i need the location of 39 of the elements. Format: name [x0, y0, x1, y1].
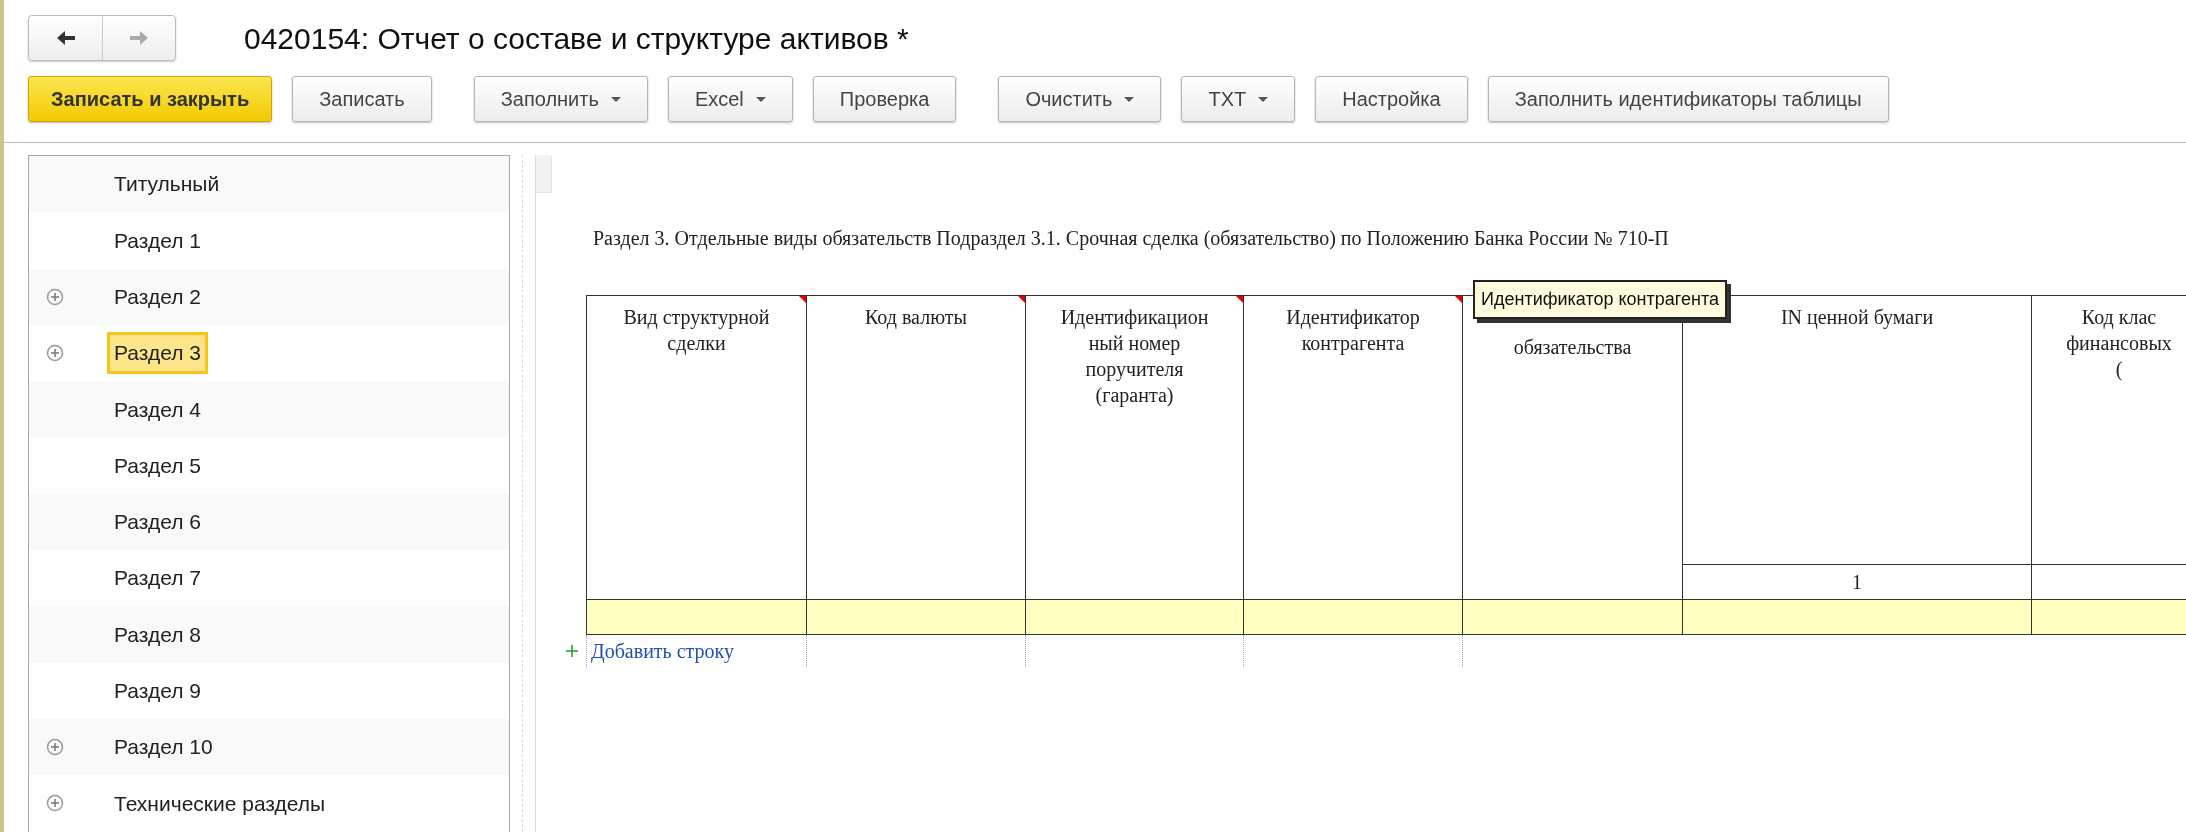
expand-icon[interactable] — [46, 738, 64, 757]
column-header: Код валюты — [806, 295, 1026, 600]
sidebar-item[interactable]: Раздел 8 — [107, 613, 208, 656]
sidebar-item[interactable]: Раздел 5 — [107, 444, 208, 487]
toolbar-button[interactable]: Записать — [292, 76, 432, 122]
sidebar-item[interactable]: Раздел 6 — [107, 501, 208, 543]
column-number: 1 — [1682, 564, 2032, 600]
caret-icon — [610, 96, 621, 102]
add-icon[interactable] — [565, 644, 579, 658]
report-caption: Раздел 3. Отдельные виды обязательств Подраздел 3.1. Срочная сделка (обязательство) по Положению Банка России № 710-П — [593, 226, 1670, 252]
dropdown-button[interactable]: Заполнить — [473, 76, 648, 122]
column-header: Код клас финансовых ( — [2031, 295, 2186, 565]
add-row-link[interactable]: Добавить строку — [587, 639, 734, 662]
column-header: Идентификацион ный номер поручителя (гаранта) — [1025, 295, 1244, 600]
expand-icon[interactable] — [46, 344, 64, 363]
sidebar-item[interactable]: Раздел 1 — [107, 219, 208, 262]
sidebar-item[interactable]: Титульный — [107, 163, 227, 205]
toolbar-button[interactable]: Настройка — [1315, 76, 1468, 122]
sidebar-item[interactable]: Раздел 2 — [107, 276, 208, 318]
toolbar-button[interactable]: Заполнить идентификаторы таблицы — [1487, 76, 1889, 122]
dropdown-button[interactable]: TXT — [1181, 76, 1296, 122]
column-header: Идентификатор контрагента — [1243, 295, 1463, 600]
sidebar-item[interactable]: Раздел 4 — [107, 388, 208, 431]
sidebar-item[interactable]: Раздел 9 — [107, 670, 208, 712]
column-header: Вид структурной сделки — [586, 295, 807, 600]
expand-icon[interactable] — [46, 794, 64, 813]
caret-icon — [1124, 96, 1135, 102]
caret-icon — [755, 96, 766, 102]
dropdown-button[interactable]: Очистить — [998, 76, 1162, 122]
dropdown-button[interactable]: Excel — [667, 76, 793, 122]
sidebar-item[interactable]: Раздел 10 — [107, 726, 220, 768]
expand-icon[interactable] — [46, 287, 64, 306]
save-and-close-button[interactable]: Записать и закрыть — [28, 76, 273, 122]
sidebar-item[interactable]: Технические разделы — [107, 782, 333, 825]
sidebar-item[interactable]: Раздел 7 — [107, 557, 208, 599]
window-title: 0420154: Отчет о составе и структуре активов * — [244, 20, 909, 57]
caret-icon — [1258, 96, 1269, 102]
toolbar-button[interactable]: Проверка — [812, 76, 957, 122]
sidebar-item[interactable]: Раздел 3 — [107, 332, 208, 374]
